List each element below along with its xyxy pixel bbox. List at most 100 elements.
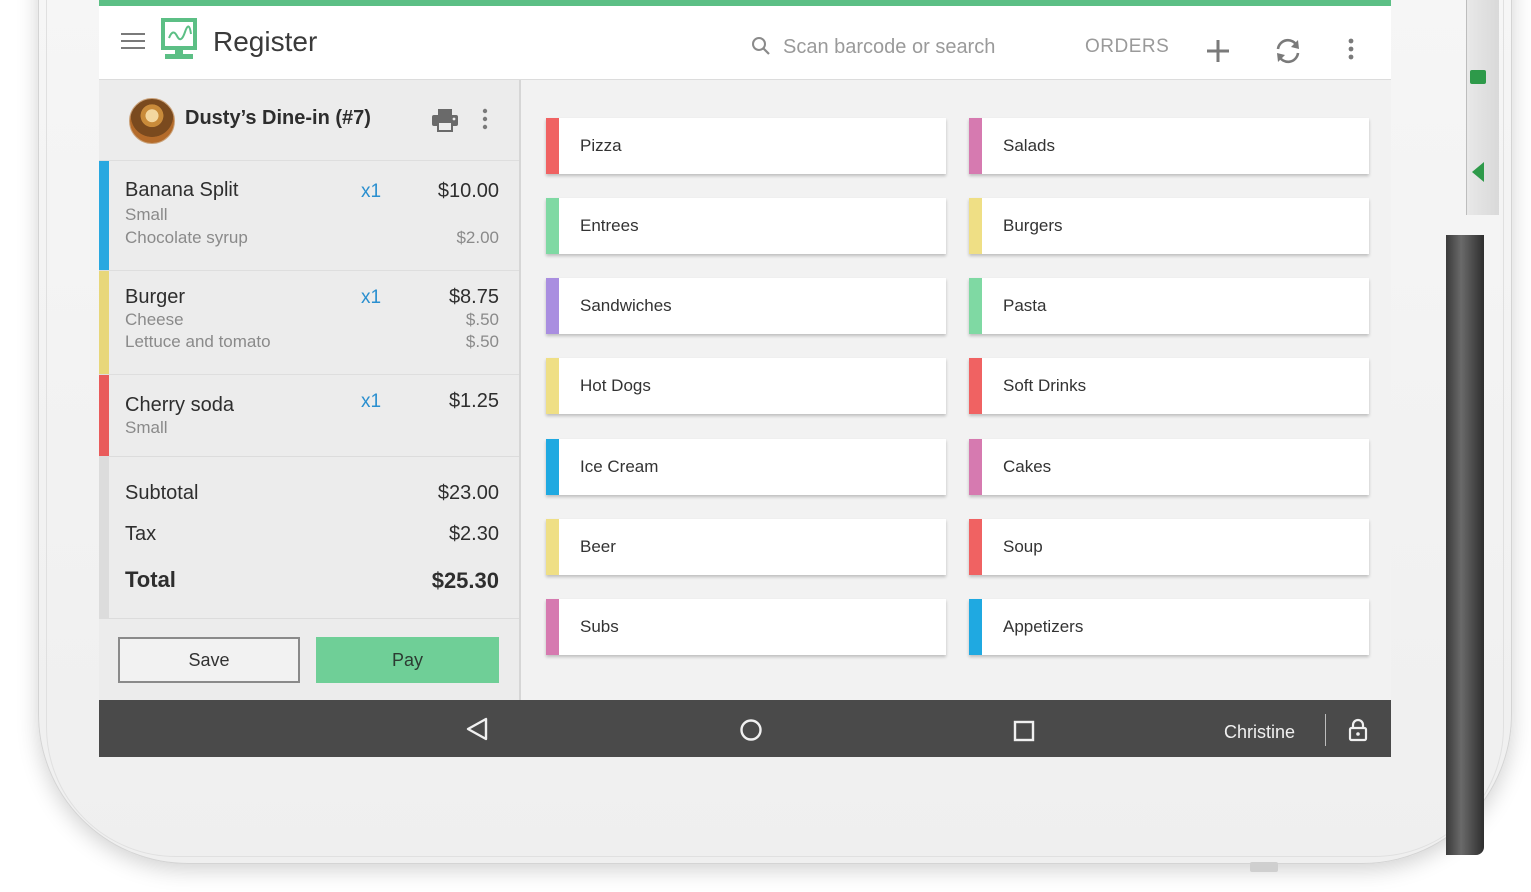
category-label: Subs xyxy=(580,617,619,636)
item-name: Cherry soda xyxy=(125,394,234,416)
category-label: Soup xyxy=(1003,537,1043,556)
category-label: Ice Cream xyxy=(580,457,659,476)
side-indicator-light xyxy=(1470,70,1486,84)
item-color-stripe xyxy=(99,161,109,270)
order-title: Dusty’s Dine-in (#7) xyxy=(185,107,371,129)
item-quantity[interactable]: x1 xyxy=(361,391,381,413)
category-label: Sandwiches xyxy=(580,296,672,315)
category-color-stripe xyxy=(969,278,982,334)
category-color-stripe xyxy=(546,118,559,174)
subtotal-value: $23.00 xyxy=(437,482,499,504)
system-nav-bar: Christine xyxy=(99,700,1391,757)
category-color-stripe xyxy=(546,519,559,575)
add-icon[interactable] xyxy=(1205,38,1231,64)
category-tile-soft-drinks[interactable]: Soft Drinks xyxy=(969,358,1369,414)
tax-label: Tax xyxy=(125,523,157,545)
modifier-price: $2.00 xyxy=(456,228,499,247)
category-color-stripe xyxy=(969,358,982,414)
order-line-item[interactable]: Cherry soda x1 $1.25 Small xyxy=(99,374,519,456)
home-icon[interactable] xyxy=(739,718,763,742)
category-color-stripe xyxy=(546,278,559,334)
category-label: Cakes xyxy=(1003,457,1052,476)
category-tile-ice-cream[interactable]: Ice Cream xyxy=(546,439,946,495)
order-panel: Dusty’s Dine-in (#7) Banana Split x1 $10… xyxy=(99,80,521,700)
tax-value: $2.30 xyxy=(448,523,499,545)
hamburger-menu-icon[interactable] xyxy=(121,33,145,51)
order-line-item[interactable]: Burger x1 $8.75 Cheese $.50 Lettuce and … xyxy=(99,270,519,374)
pos-screen: Register ORDERS Dusty’s Dine-in (#7) xyxy=(99,0,1391,757)
item-modifier: Lettuce and tomato xyxy=(125,332,271,351)
item-color-stripe xyxy=(99,271,109,374)
category-color-stripe xyxy=(546,599,559,655)
category-tile-subs[interactable]: Subs xyxy=(546,599,946,655)
category-color-stripe xyxy=(969,198,982,254)
item-price: $8.75 xyxy=(448,286,499,308)
back-icon[interactable] xyxy=(465,716,489,742)
app-bar: Register ORDERS xyxy=(99,0,1391,80)
recent-apps-icon[interactable] xyxy=(1013,720,1035,742)
item-modifier: Small xyxy=(125,418,168,437)
category-label: Burgers xyxy=(1003,216,1063,235)
item-color-stripe xyxy=(99,375,109,456)
category-tile-salads[interactable]: Salads xyxy=(969,118,1369,174)
order-menu-icon[interactable] xyxy=(481,108,489,130)
category-color-stripe xyxy=(969,519,982,575)
category-tile-pasta[interactable]: Pasta xyxy=(969,278,1369,334)
item-price: $1.25 xyxy=(448,390,499,412)
nav-divider xyxy=(1325,714,1326,746)
modifier-price: $.50 xyxy=(465,310,499,329)
order-line-item[interactable]: Banana Split x1 $10.00 Small Chocolate s… xyxy=(99,160,519,270)
tablet-side-edge xyxy=(1466,0,1499,215)
save-button[interactable]: Save xyxy=(118,637,300,683)
item-modifier: Small xyxy=(125,205,168,224)
item-name: Banana Split xyxy=(125,179,239,201)
category-tile-pizza[interactable]: Pizza xyxy=(546,118,946,174)
category-tile-entrees[interactable]: Entrees xyxy=(546,198,946,254)
category-grid: Pizza Salads Entrees Burgers Sandwiches … xyxy=(521,80,1391,700)
category-tile-burgers[interactable]: Burgers xyxy=(969,198,1369,254)
category-label: Entrees xyxy=(580,216,639,235)
category-tile-soup[interactable]: Soup xyxy=(969,519,1369,575)
pay-button[interactable]: Pay xyxy=(316,637,499,683)
category-tile-cakes[interactable]: Cakes xyxy=(969,439,1369,495)
category-color-stripe xyxy=(969,599,982,655)
overflow-menu-icon[interactable] xyxy=(1347,38,1355,60)
search-icon xyxy=(752,37,770,55)
page-title: Register xyxy=(213,26,318,57)
category-tile-sandwiches[interactable]: Sandwiches xyxy=(546,278,946,334)
category-color-stripe xyxy=(546,439,559,495)
category-label: Hot Dogs xyxy=(580,376,651,395)
category-label: Pasta xyxy=(1003,296,1047,315)
category-tile-beer[interactable]: Beer xyxy=(546,519,946,575)
print-icon[interactable] xyxy=(431,108,459,132)
category-label: Salads xyxy=(1003,136,1055,155)
side-arrow-icon xyxy=(1472,162,1484,182)
orders-button[interactable]: ORDERS xyxy=(1085,36,1169,58)
category-label: Beer xyxy=(580,537,616,556)
category-tile-appetizers[interactable]: Appetizers xyxy=(969,599,1369,655)
modifier-price: $.50 xyxy=(465,332,499,351)
order-totals: Subtotal $23.00 Tax $2.30 Total $25.30 xyxy=(99,456,519,618)
item-modifier: Cheese xyxy=(125,310,184,329)
search-input[interactable] xyxy=(781,32,1045,62)
category-color-stripe xyxy=(546,198,559,254)
category-color-stripe xyxy=(969,439,982,495)
subtotal-label: Subtotal xyxy=(125,482,199,504)
item-price: $10.00 xyxy=(437,180,499,202)
category-label: Appetizers xyxy=(1003,617,1084,636)
category-label: Soft Drinks xyxy=(1003,376,1087,395)
refresh-icon[interactable] xyxy=(1273,36,1303,66)
register-logo-icon xyxy=(161,18,197,59)
tablet-side-panel xyxy=(1446,235,1484,855)
category-tile-hot-dogs[interactable]: Hot Dogs xyxy=(546,358,946,414)
category-color-stripe xyxy=(969,118,982,174)
item-name: Burger xyxy=(125,286,186,308)
category-color-stripe xyxy=(546,358,559,414)
current-user-name[interactable]: Christine xyxy=(1224,722,1295,743)
item-quantity[interactable]: x1 xyxy=(361,287,381,309)
category-label: Pizza xyxy=(580,136,622,155)
order-header: Dusty’s Dine-in (#7) xyxy=(99,80,519,160)
item-quantity[interactable]: x1 xyxy=(361,181,381,203)
item-modifier: Chocolate syrup xyxy=(125,228,248,247)
lock-icon[interactable] xyxy=(1347,718,1369,742)
